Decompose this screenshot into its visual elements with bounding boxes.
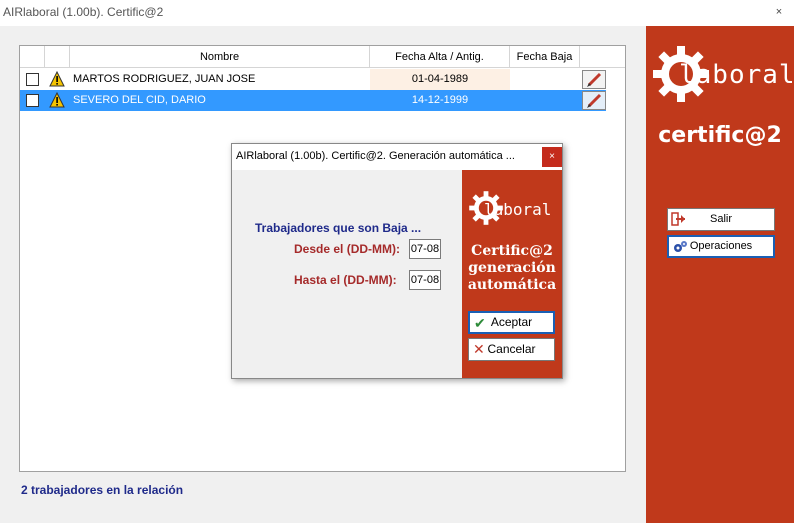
- table-row-selected[interactable]: SEVERO DEL CID, DARIO 14-12-1999: [20, 90, 606, 111]
- x-icon: ✕: [473, 341, 485, 357]
- checkmark-icon: ✔: [474, 315, 486, 331]
- side-panel: laboral certific@2 Salir Operaciones: [646, 26, 794, 523]
- table-row[interactable]: MARTOS RODRIGUEZ, JUAN JOSE 01-04-1989: [20, 69, 606, 90]
- salir-button[interactable]: Salir: [667, 208, 775, 231]
- cancelar-button[interactable]: ✕ Cancelar: [468, 338, 555, 361]
- row-name: MARTOS RODRIGUEZ, JUAN JOSE: [73, 73, 256, 85]
- pencil-icon: [587, 93, 602, 108]
- dialog-logo-text: laboral: [484, 200, 552, 219]
- app-title: certific@2: [658, 123, 782, 148]
- dialog-brand-line: generación: [468, 260, 556, 276]
- dialog-titlebar: AIRlaboral (1.00b). Certific@2. Generaci…: [232, 144, 562, 170]
- desde-input[interactable]: [409, 239, 441, 259]
- dialog-form: Trabajadores que son Baja ... Desde el (…: [232, 170, 462, 378]
- warning-triangle-icon: [49, 92, 65, 108]
- row-fecha-alta: 14-12-1999: [411, 94, 469, 106]
- aceptar-label: Aceptar: [490, 315, 533, 329]
- status-text: 2 trabajadores en la relación: [21, 483, 184, 497]
- dialog-brand-panel: laboral Certific@2 generación automática…: [462, 170, 562, 378]
- dialog-heading: Trabajadores que son Baja ...: [255, 221, 422, 235]
- dialog-close-button[interactable]: ×: [542, 147, 562, 167]
- warning-triangle-icon: [49, 71, 65, 87]
- operaciones-button[interactable]: Operaciones: [667, 235, 775, 258]
- salir-label: Salir: [709, 213, 732, 225]
- row-fecha-baja: [510, 69, 580, 90]
- laboral-logo: laboral: [651, 44, 794, 107]
- window-close-button[interactable]: ×: [770, 3, 788, 21]
- generation-dialog: AIRlaboral (1.00b). Certific@2. Generaci…: [231, 143, 563, 379]
- header-fecha-alta[interactable]: Fecha Alta / Antig.: [370, 46, 510, 68]
- table-header: Nombre Fecha Alta / Antig. Fecha Baja: [20, 46, 625, 68]
- operaciones-label: Operaciones: [689, 240, 753, 252]
- dialog-laboral-logo: laboral: [468, 190, 551, 229]
- desde-label: Desde el (DD-MM):: [294, 242, 401, 256]
- cancelar-label: Cancelar: [487, 342, 536, 356]
- header-icon-column: [45, 46, 70, 68]
- window-title: AIRlaboral (1.00b). Certific@2: [3, 5, 164, 19]
- hasta-label: Hasta el (DD-MM):: [294, 273, 397, 287]
- logo-text: laboral: [679, 60, 794, 90]
- row-edit-button[interactable]: [582, 70, 606, 89]
- row-fecha-baja: [510, 90, 580, 111]
- header-check-column: [20, 46, 45, 68]
- pencil-icon: [587, 72, 602, 87]
- window-titlebar: AIRlaboral (1.00b). Certific@2 ×: [0, 0, 794, 26]
- aceptar-button[interactable]: ✔ Aceptar: [468, 311, 555, 334]
- row-checkbox[interactable]: [26, 73, 39, 86]
- dialog-title: AIRlaboral (1.00b). Certific@2. Generaci…: [236, 150, 515, 162]
- hasta-input[interactable]: [409, 270, 441, 290]
- exit-arrow-icon: [671, 212, 685, 226]
- dialog-brand-line: automática: [467, 277, 557, 293]
- dialog-brand-line: Certific@2: [471, 243, 553, 259]
- dialog-brand-text: Certific@2 generación automática: [462, 243, 562, 294]
- row-fecha-alta: 01-04-1989: [370, 69, 510, 90]
- row-checkbox[interactable]: [26, 94, 39, 107]
- gears-icon: [674, 241, 687, 252]
- row-name: SEVERO DEL CID, DARIO: [73, 94, 206, 106]
- header-fecha-baja[interactable]: Fecha Baja: [510, 46, 580, 68]
- row-edit-button[interactable]: [582, 91, 606, 110]
- header-nombre[interactable]: Nombre: [70, 46, 370, 68]
